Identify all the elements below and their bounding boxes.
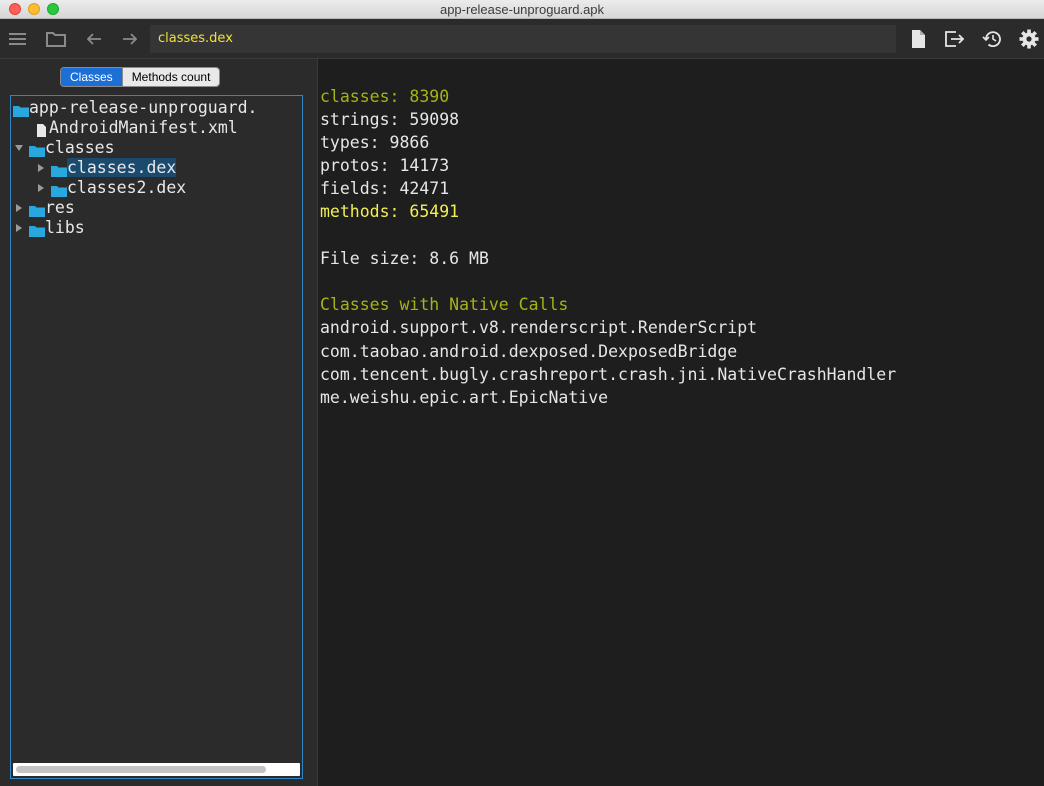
tree-item-label: app-release-unproguard. <box>29 98 258 117</box>
stat-classes: classes: 8390 <box>320 87 450 106</box>
tree-item-label: libs <box>45 218 85 237</box>
file-tree: app-release-unproguard. AndroidManifest.… <box>10 95 303 779</box>
scrollbar-thumb[interactable] <box>16 766 266 773</box>
menu-icon[interactable] <box>8 29 30 49</box>
tree-item-label: classes2.dex <box>67 178 187 197</box>
document-icon[interactable] <box>908 29 930 49</box>
folder-icon[interactable] <box>45 29 67 49</box>
stat-methods: methods: 65491 <box>320 202 460 221</box>
stat-fields: fields: 42471 <box>320 179 450 198</box>
stat-types: types: 9866 <box>320 133 430 152</box>
collapsed-arrow-icon[interactable] <box>15 198 24 218</box>
tab-methods-count[interactable]: Methods count <box>121 68 220 86</box>
tree-item-res[interactable]: res <box>15 198 75 218</box>
tree-item-label: classes <box>45 138 115 157</box>
tree-item-label: res <box>45 198 75 217</box>
native-calls-heading: Classes with Native Calls <box>320 295 569 314</box>
expanded-arrow-icon[interactable] <box>15 138 24 158</box>
horizontal-scrollbar[interactable] <box>13 763 300 776</box>
path-field[interactable]: classes.dex <box>150 25 896 53</box>
folder-icon <box>13 102 29 122</box>
native-call-item: android.support.v8.renderscript.RenderSc… <box>320 318 758 337</box>
collapsed-arrow-icon[interactable] <box>15 218 24 238</box>
tree-item-android-manifest[interactable]: AndroidManifest.xml <box>35 118 238 138</box>
back-arrow-icon[interactable] <box>84 29 106 49</box>
collapsed-arrow-icon[interactable] <box>37 158 46 178</box>
tree-item-root[interactable]: app-release-unproguard. <box>13 98 257 118</box>
native-call-item: com.taobao.android.dexposed.DexposedBrid… <box>320 342 738 361</box>
tab-classes[interactable]: Classes <box>61 68 122 86</box>
file-size: File size: 8.6 MB <box>320 249 489 268</box>
sidebar: Classes Methods count app-release-unprog… <box>0 59 317 786</box>
folder-icon <box>29 222 45 242</box>
gear-icon[interactable] <box>1018 29 1040 49</box>
stat-protos: protos: 14173 <box>320 156 450 175</box>
tree-item-label: AndroidManifest.xml <box>49 118 238 137</box>
tree-item-classes[interactable]: classes <box>15 138 115 158</box>
tree-item-libs[interactable]: libs <box>15 218 85 238</box>
dex-info-panel: classes: 8390 strings: 59098 types: 9866… <box>318 59 1044 786</box>
history-icon[interactable] <box>981 29 1003 49</box>
collapsed-arrow-icon[interactable] <box>37 178 46 198</box>
toolbar: classes.dex <box>0 19 1044 59</box>
export-icon[interactable] <box>943 29 965 49</box>
tree-item-classes-dex[interactable]: classes.dex <box>37 158 177 178</box>
view-toggle: Classes Methods count <box>60 67 221 87</box>
forward-arrow-icon[interactable] <box>120 29 142 49</box>
tree-item-classes2-dex[interactable]: classes2.dex <box>37 178 186 198</box>
native-call-item: com.tencent.bugly.crashreport.crash.jni.… <box>320 365 897 384</box>
window-title: app-release-unproguard.apk <box>439 2 605 17</box>
title-bar: app-release-unproguard.apk <box>0 0 1044 19</box>
stat-strings: strings: 59098 <box>320 110 460 129</box>
tree-item-label: classes.dex <box>67 158 177 177</box>
native-call-item: me.weishu.epic.art.EpicNative <box>320 388 609 407</box>
